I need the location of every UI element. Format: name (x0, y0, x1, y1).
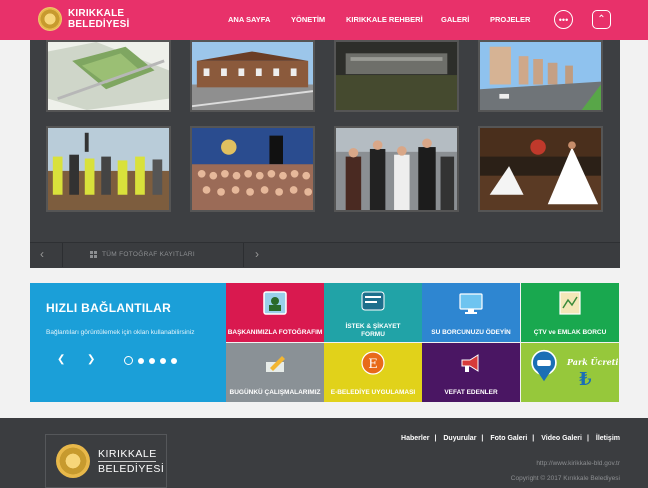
footer-logo[interactable]: KIRIKKALE BELEDİYESİ (45, 434, 167, 488)
gallery-photo[interactable] (46, 126, 171, 212)
quick-links-panel: HIZLI BAĞLANTILAR Bağlantıları görüntüle… (30, 283, 226, 402)
seal-icon (38, 7, 62, 31)
footer-logo-line-1: KIRIKKALE (98, 447, 157, 460)
e-belediye-icon: E (361, 351, 385, 375)
monitor-icon (459, 293, 483, 314)
tile-bugunku-calismalarimiz[interactable]: BUGÜNKÜ ÇALIŞMALARIMIZ (226, 343, 324, 402)
footer-link-haberler[interactable]: Haberler (401, 435, 429, 442)
gallery-photo[interactable] (334, 126, 459, 212)
building-render-image (336, 42, 457, 110)
chevron-left-icon[interactable]: ❮ (57, 354, 65, 365)
megaphone-icon (461, 354, 479, 372)
chevron-left-icon[interactable]: ‹ (40, 247, 44, 261)
ellipsis-icon: ••• (558, 14, 569, 25)
footer-logo-line-2: BELEDİYESİ (98, 462, 165, 475)
aerial-render-image (48, 42, 169, 110)
car-pin-icon (531, 349, 557, 382)
tile-baskanimizla-fotografim[interactable]: BAŞKANIMIZLA FOTOĞRAFIM (226, 283, 324, 342)
logo-line-2: BELEDİYESİ (68, 19, 130, 30)
gallery-photo[interactable] (478, 40, 603, 112)
lira-icon: ₺ (579, 369, 592, 390)
map-document-icon (559, 291, 581, 315)
scroll-top-button[interactable]: ⌃ (592, 10, 611, 29)
tile-label: VEFAT EDENLER (444, 389, 498, 396)
workers-image (48, 128, 169, 210)
footer-link-duyurular[interactable]: Duyurular (443, 435, 476, 442)
more-button[interactable]: ••• (554, 10, 573, 29)
tile-ctv-emlak-borcu[interactable]: ÇTV ve EMLAK BORCU (521, 283, 619, 342)
carousel-dot[interactable] (160, 357, 166, 364)
dervish-image (480, 128, 601, 210)
footer-links: Haberler | Duyurular | Foto Galeri | Video … (401, 435, 620, 442)
footer-link-iletisim[interactable]: İletişim (596, 435, 620, 442)
quick-links-subtitle: Bağlantıları görüntülemek için oklan kul… (46, 329, 195, 336)
footer-copyright: Copyright © 2017 Kırıkkale Belediyesi (510, 475, 620, 482)
tile-label: İSTEK & ŞİKAYET FORMU (345, 323, 401, 338)
gallery-photo[interactable] (334, 40, 459, 112)
carousel-dot[interactable] (171, 357, 177, 364)
svg-text:E: E (368, 357, 378, 372)
houses-image (192, 42, 313, 110)
tile-su-borcunuzu-odeyin[interactable]: SU BORCUNUZU ÖDEYİN (422, 283, 520, 342)
gallery-photo[interactable] (190, 126, 315, 212)
tile-park-ucreti[interactable]: Park Ücreti ₺ (521, 343, 619, 402)
nav-galeri[interactable]: GALERİ (441, 15, 469, 24)
site-logo[interactable]: KIRIKKALE BELEDİYESİ (38, 7, 129, 31)
gallery-photo[interactable] (46, 40, 171, 112)
nav-yonetim[interactable]: YÖNETİM (291, 15, 325, 24)
children-event-image (192, 128, 313, 210)
divider (243, 243, 244, 267)
tile-label: SU BORCUNUZU ÖDEYİN (431, 329, 511, 336)
nav-ana-sayfa[interactable]: ANA SAYFA (228, 15, 270, 24)
tile-label: BAŞKANIMIZLA FOTOĞRAFIM (227, 329, 323, 336)
tile-e-belediye[interactable]: E E-BELEDİYE UYGULAMASI (324, 343, 422, 402)
tile-label: E-BELEDİYE UYGULAMASI (330, 389, 416, 396)
city-road-image (480, 42, 601, 110)
footer-link-foto-galeri[interactable]: Foto Galeri (490, 435, 527, 442)
nav-kirikkale-rehberi[interactable]: KIRIKKALE REHBERİ (346, 15, 423, 24)
photo-frame-icon (263, 291, 287, 315)
carousel-dot[interactable] (124, 356, 133, 365)
logo-text: KIRIKKALE BELEDİYESİ (68, 8, 129, 30)
carousel-dot[interactable] (149, 357, 155, 364)
footer-link-video-galeri[interactable]: Video Galeri (541, 435, 582, 442)
chevron-up-icon: ⌃ (597, 14, 606, 25)
divider (62, 243, 63, 267)
all-photos-label: TÜM FOTOĞRAF KAYITLARI (102, 251, 196, 258)
complaint-form-icon (361, 291, 385, 311)
quick-links-title: HIZLI BAĞLANTILAR (46, 301, 172, 315)
tile-vefat-edenler[interactable]: VEFAT EDENLER (422, 343, 520, 402)
nav-projeler[interactable]: PROJELER (490, 15, 530, 24)
gallery-photo[interactable] (478, 126, 603, 212)
chevron-right-icon[interactable]: ❯ (87, 354, 95, 365)
seal-icon (56, 444, 90, 478)
tile-istek-sikayet-formu[interactable]: İSTEK & ŞİKAYET FORMU (324, 283, 422, 342)
all-photos-link[interactable]: TÜM FOTOĞRAF KAYITLARI (90, 251, 195, 258)
top-header: KIRIKKALE BELEDİYESİ ANA SAYFA YÖNETİM K… (0, 0, 648, 40)
tile-label: Park Ücreti (567, 357, 619, 367)
carousel-dot[interactable] (138, 357, 144, 364)
chevron-right-icon[interactable]: › (255, 247, 259, 261)
pencil-icon (266, 356, 285, 372)
carousel-dots (124, 356, 177, 365)
footer-url[interactable]: http://www.kirikkale-bld.gov.tr (536, 460, 620, 467)
tile-label: ÇTV ve EMLAK BORCU (533, 329, 607, 336)
officials-image (336, 128, 457, 210)
tile-label: BUGÜNKÜ ÇALIŞMALARIMIZ (229, 389, 321, 396)
logo-line-1: KIRIKKALE (68, 8, 125, 19)
footer-logo-text: KIRIKKALE BELEDİYESİ (98, 448, 164, 475)
grid-icon (90, 251, 97, 258)
gallery-photo[interactable] (190, 40, 315, 112)
